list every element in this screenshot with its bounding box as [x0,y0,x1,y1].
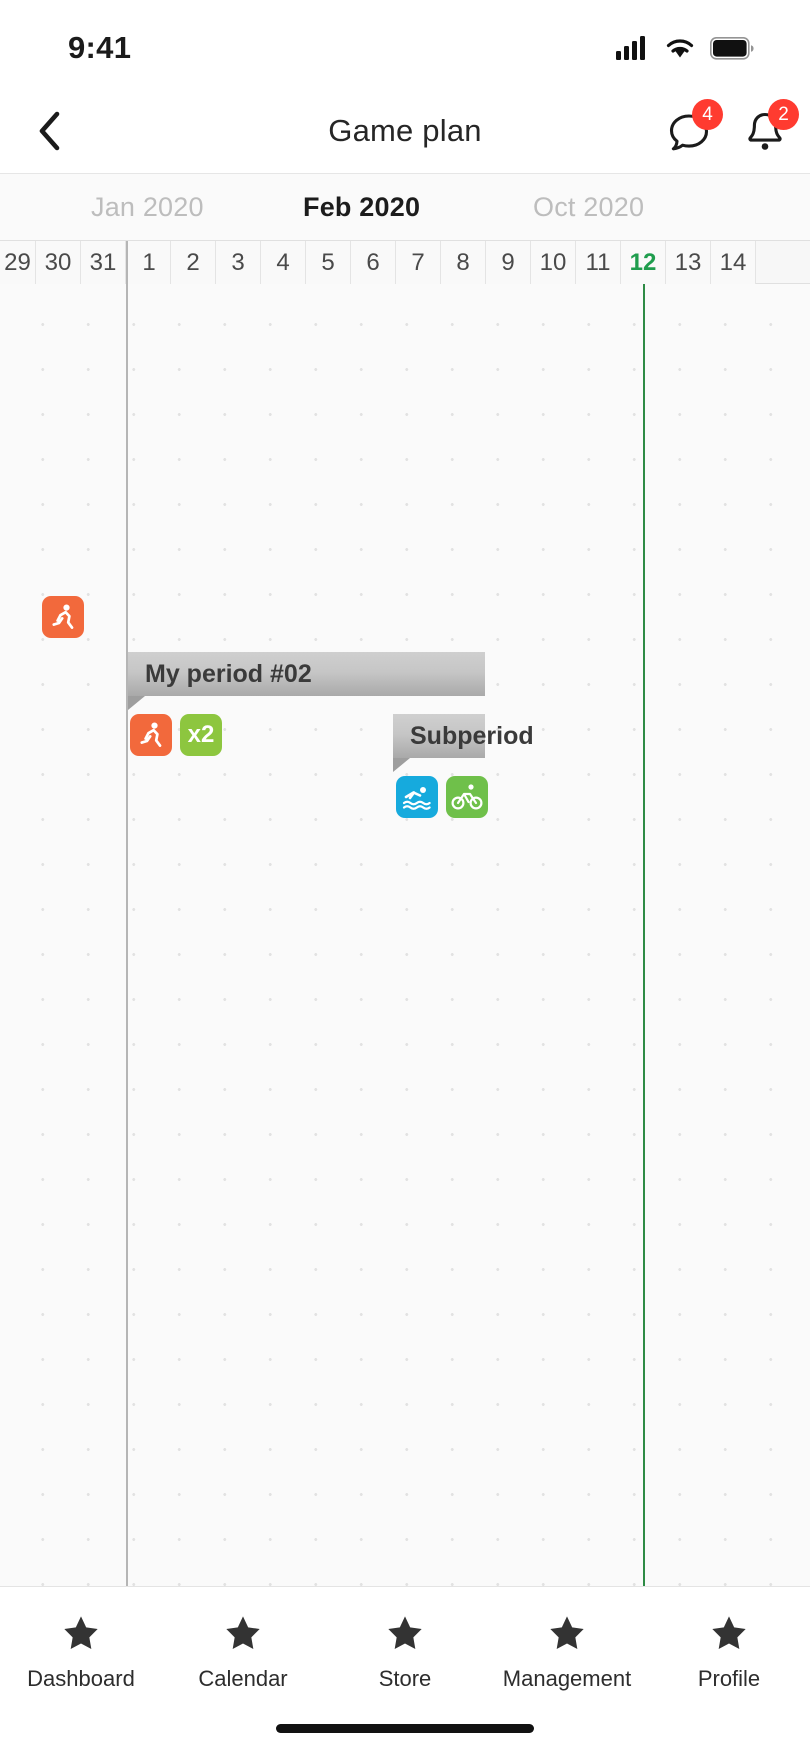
running-icon[interactable] [130,714,172,756]
home-indicator [276,1724,534,1733]
battery-icon [710,36,754,60]
month-label-1[interactable]: Feb 2020 [303,192,420,223]
star-icon [550,1616,584,1649]
day-cell-30[interactable]: 30 [36,241,81,284]
tab-label: Calendar [198,1666,288,1691]
notifications-badge: 2 [768,98,799,130]
tab-profile[interactable]: Profile [648,1613,810,1692]
header-actions: 4 2 [666,88,799,173]
running-icon[interactable] [42,596,84,638]
day-cell-7[interactable]: 7 [396,241,441,284]
tab-store[interactable]: Store [324,1613,486,1692]
day-cell-6[interactable]: 6 [351,241,396,284]
status-time: 9:41 [68,30,132,65]
tab-management[interactable]: Management [486,1613,648,1692]
grid-dot-pattern [0,284,810,1586]
day-cell-5[interactable]: 5 [306,241,351,284]
month-label-0[interactable]: Jan 2020 [91,192,204,223]
status-bar: 9:41 [0,0,810,88]
cellular-signal-icon [616,36,645,60]
tab-calendar[interactable]: Calendar [162,1613,324,1692]
day-cell-31[interactable]: 31 [81,241,126,284]
day-cell-11[interactable]: 11 [576,241,621,284]
star-icon [64,1616,98,1649]
star-icon [388,1616,422,1649]
notifications-button[interactable]: 2 [742,98,799,154]
period-bar-sub[interactable]: Subperiod [393,714,534,772]
badge-group: x2 [130,714,222,756]
timeline-grid[interactable]: My period #02 x2 Subperiod [0,284,810,1586]
tab-label: Dashboard [27,1666,135,1691]
day-cell-10[interactable]: 10 [531,241,576,284]
day-cell-29[interactable]: 29 [0,241,36,284]
messages-button[interactable]: 4 [666,98,723,154]
status-icons [616,28,754,60]
month-strip[interactable]: Jan 2020 Feb 2020 Oct 2020 [0,173,810,241]
badge-group [396,776,488,818]
day-cell-8[interactable]: 8 [441,241,486,284]
cycling-icon[interactable] [446,776,488,818]
star-icon [226,1616,260,1649]
day-cell-1[interactable]: 1 [126,241,171,284]
day-cell-9[interactable]: 9 [486,241,531,284]
tab-label: Store [378,1666,432,1691]
app-header: Game plan 4 2 [0,88,810,173]
period-title: Subperiod [410,721,534,750]
badge-group [42,596,84,638]
period-title: My period #02 [145,659,312,688]
tab-label: Profile [697,1666,761,1691]
period-tail [393,758,410,772]
period-bar-main[interactable]: My period #02 [128,652,485,710]
day-cell-14[interactable]: 14 [711,241,756,284]
today-marker-line [642,284,645,1586]
day-strip[interactable]: 29 30 31 1 2 3 4 5 6 7 8 9 10 11 12 13 14 [0,241,810,284]
multiplier-badge[interactable]: x2 [180,714,222,756]
period-tail [128,696,145,710]
star-icon [712,1616,746,1649]
phone-screen: 9:41 Game plan 4 2 Jan 2020 Feb 2020 Oct… [0,0,810,1755]
day-cell-12[interactable]: 12 [621,241,666,284]
month-boundary-line [126,284,128,1586]
wifi-icon [666,39,694,58]
day-cell-3[interactable]: 3 [216,241,261,284]
day-cell-2[interactable]: 2 [171,241,216,284]
day-cell-4[interactable]: 4 [261,241,306,284]
tab-label: Management [502,1666,632,1691]
tab-dashboard[interactable]: Dashboard [0,1613,162,1692]
messages-badge: 4 [692,98,723,130]
swimming-icon[interactable] [396,776,438,818]
month-label-2[interactable]: Oct 2020 [533,192,644,223]
day-cell-13[interactable]: 13 [666,241,711,284]
